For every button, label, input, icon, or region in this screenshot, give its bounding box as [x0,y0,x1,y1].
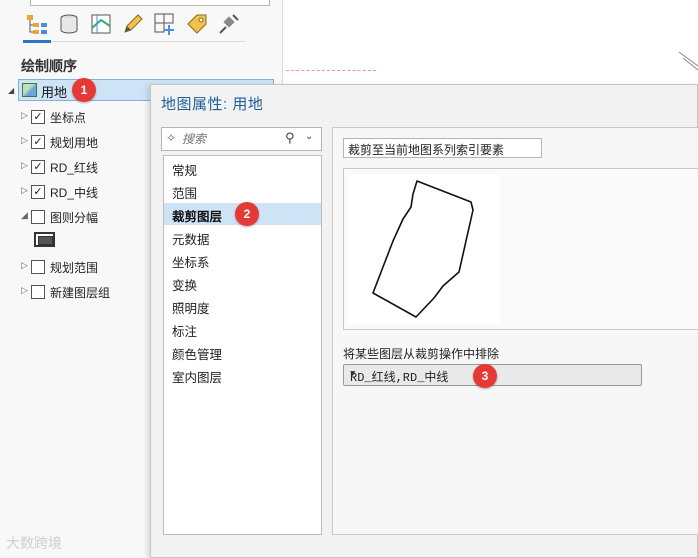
category-item[interactable]: 室内图层 [164,364,321,386]
category-label: 坐标系 [172,256,210,270]
chevron-down-icon: ⌄ [348,142,356,152]
watermark-logo: 大数跨境 [6,535,62,551]
expand-arrow-icon[interactable]: ▷ [21,185,28,196]
exclude-layers-label: 将某些图层从裁剪操作中排除 [343,347,500,361]
step-badge-1: 1 [72,78,96,102]
category-label: 范围 [172,187,198,201]
category-item[interactable]: 颜色管理 [164,341,321,363]
list-by-selection-icon[interactable] [89,12,113,36]
expand-arrow-icon[interactable]: ◢ [21,210,28,221]
category-item[interactable]: 常规 [164,157,321,179]
category-item[interactable]: 元数据 [164,226,321,248]
list-by-drawing-order-icon[interactable] [25,12,49,36]
category-item[interactable]: 范围 [164,180,321,202]
layer-symbol-swatch [34,232,55,247]
category-label: 照明度 [172,302,210,316]
sparkle-icon: ✧ [166,131,177,145]
layer-label: 规划范围 [50,261,99,275]
collapse-arrow-icon[interactable]: ◢ [8,86,14,95]
expand-arrow-icon[interactable]: ▷ [21,160,28,171]
layer-visibility-checkbox[interactable] [31,210,45,224]
layer-visibility-checkbox[interactable] [31,285,45,299]
category-label: 颜色管理 [172,348,223,362]
category-item[interactable]: 标注 [164,318,321,340]
clip-shape-preview [349,174,499,324]
category-item[interactable]: 照明度 [164,295,321,317]
expand-arrow-icon[interactable]: ▷ [21,285,28,296]
layer-label: 图则分幅 [50,211,99,225]
category-label: 元数据 [172,233,210,247]
step-badge-2: 2 [235,202,259,226]
layer-visibility-checkbox[interactable] [31,260,45,274]
toolbar-divider [23,41,245,42]
list-by-labeling-icon[interactable] [185,12,209,36]
layer-visibility-checkbox[interactable]: ✓ [31,110,45,124]
map-view[interactable] [284,0,698,86]
contents-search-box[interactable] [30,0,270,6]
expand-arrow-icon[interactable]: ▷ [21,135,28,146]
list-by-editing-icon[interactable] [121,12,145,36]
layer-label: 规划用地 [50,136,99,150]
map-feature-lines [678,51,698,71]
layer-visibility-checkbox[interactable]: ✓ [31,135,45,149]
map-properties-dialog: 地图属性: 用地 ✧ ⚲ ⌄ 常规范围裁剪图层元数据坐标系变换照明度标注颜色管理… [150,84,698,558]
layer-label: 新建图层组 [50,286,111,300]
step-badge-3: 3 [473,364,497,388]
clip-preview-frame [343,168,698,330]
clip-layers-panel: 裁剪至当前地图系列索引要素 ⌄ 将某些图层从裁剪操作中排除 RD_红线,RD_中… [332,127,698,535]
active-tab-indicator [23,40,51,43]
category-label: 变换 [172,279,198,293]
category-label: 常规 [172,164,198,178]
map-icon [22,83,37,97]
search-input[interactable] [182,130,282,148]
expand-arrow-icon[interactable]: ▷ [21,260,28,271]
category-label: 室内图层 [172,371,223,385]
map-dashed-boundary [286,70,376,71]
drawing-order-heading: 绘制顺序 [21,58,77,74]
map-item-label: 用地 [41,85,68,100]
layer-label: 坐标点 [50,111,87,125]
chevron-down-icon[interactable]: ⌄ [305,131,313,142]
layer-label: RD_红线 [50,161,99,175]
list-by-source-icon[interactable] [57,12,81,36]
list-by-snapping-icon[interactable] [153,12,177,36]
layer-visibility-checkbox[interactable]: ✓ [31,185,45,199]
search-icon[interactable]: ⚲ [285,130,295,146]
list-by-perspective-imagery-icon[interactable] [217,12,241,36]
layer-label: RD_中线 [50,186,99,200]
category-label: 标注 [172,325,198,339]
category-item[interactable]: 变换 [164,272,321,294]
clip-mode-dropdown[interactable]: 裁剪至当前地图系列索引要素 ⌄ [343,138,542,158]
category-label: 裁剪图层 [172,210,223,224]
category-search-box[interactable]: ✧ ⚲ ⌄ [161,127,322,151]
dialog-title: 地图属性: 用地 [161,96,264,113]
expand-arrow-icon[interactable]: ▷ [21,110,28,121]
category-item[interactable]: 坐标系 [164,249,321,271]
layer-visibility-checkbox[interactable]: ✓ [31,160,45,174]
